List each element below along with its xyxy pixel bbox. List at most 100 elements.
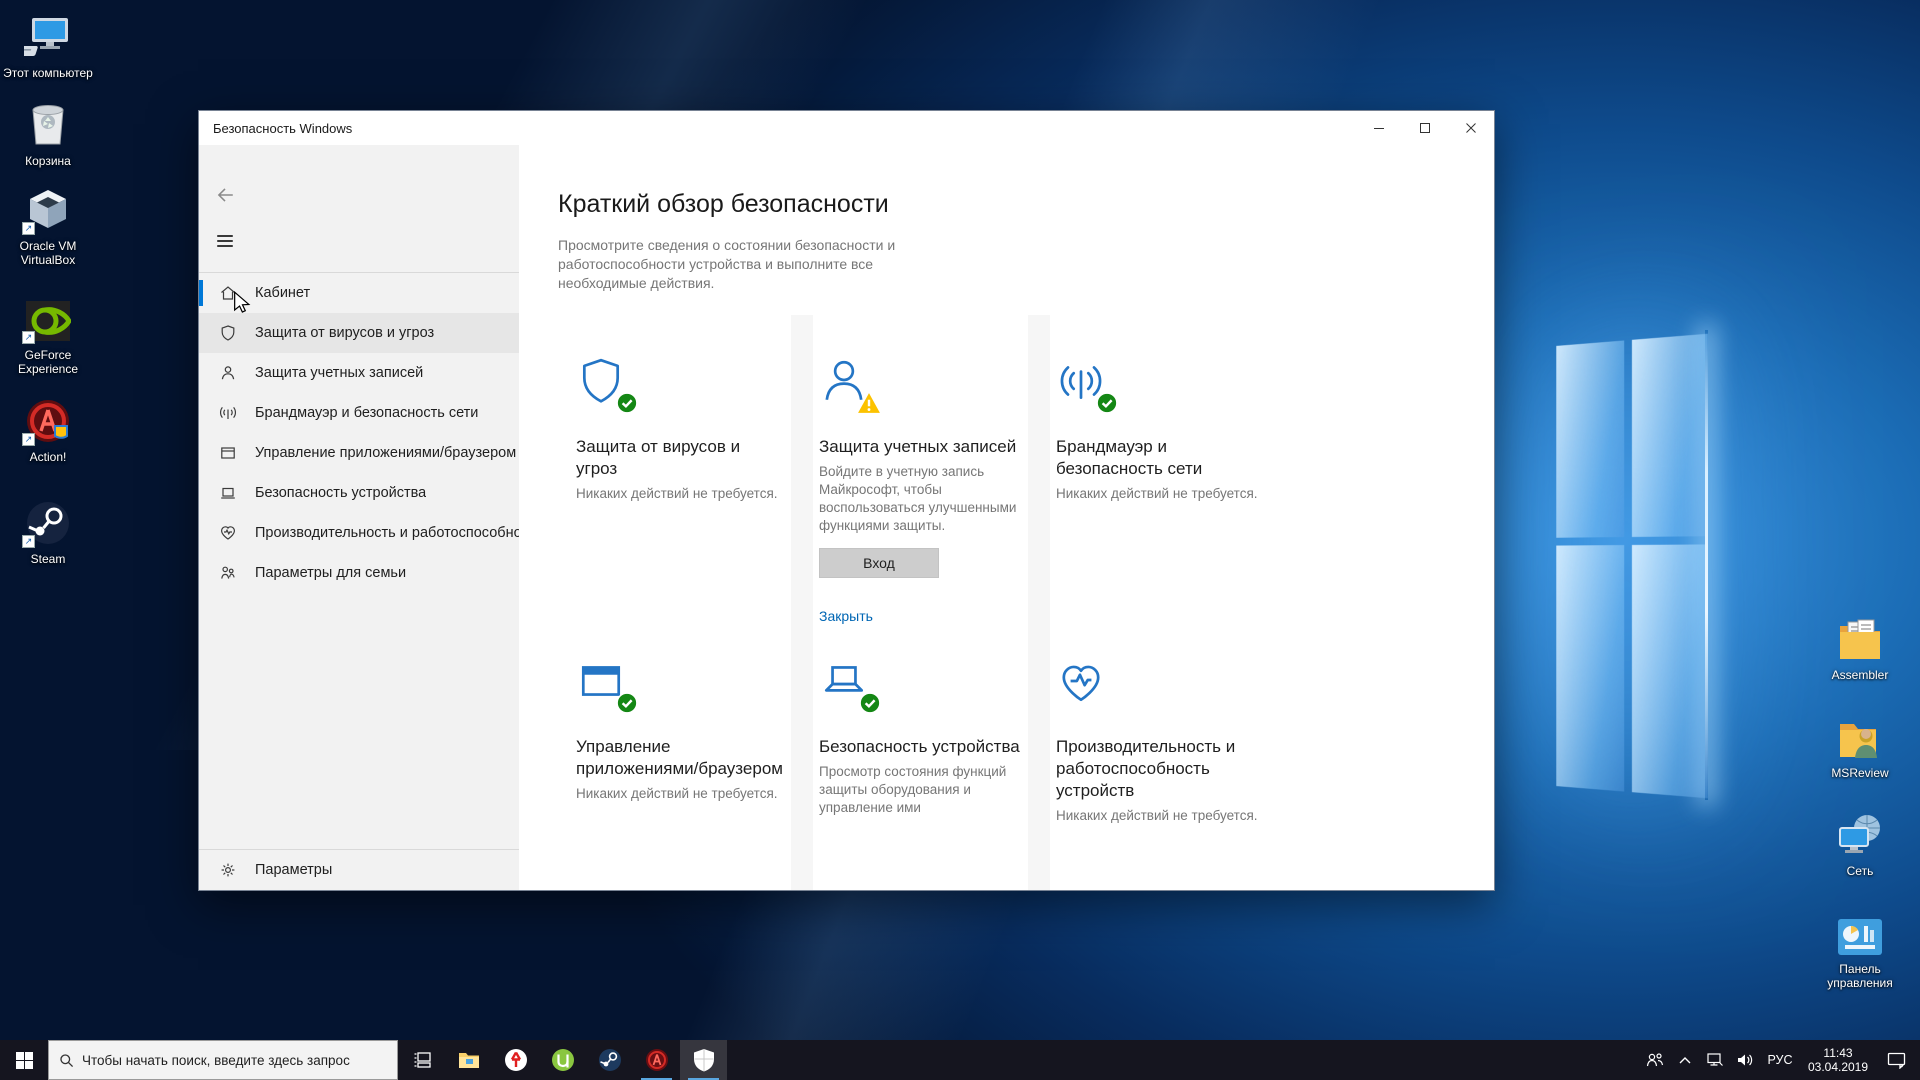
sidebar-item-settings[interactable]: Параметры	[199, 850, 519, 890]
status-ok-badge	[1096, 392, 1118, 414]
start-button[interactable]	[0, 1040, 48, 1080]
sidebar-item-label: Параметры	[255, 862, 333, 878]
desktop-icon-network[interactable]: Сеть	[1812, 808, 1908, 878]
ethernet-icon	[1707, 1053, 1723, 1066]
menu-button[interactable]	[215, 231, 235, 256]
dismiss-link[interactable]: Закрыть	[819, 608, 873, 624]
steam-taskbar-button[interactable]	[586, 1040, 633, 1080]
sidebar-item-label: Безопасность устройства	[255, 485, 427, 501]
sidebar-item-family-options[interactable]: Параметры для семьи	[199, 553, 519, 593]
desktop-icon-steam[interactable]: ↗ Steam	[0, 496, 96, 566]
sidebar-item-account-protection[interactable]: Защита учетных записей	[199, 353, 519, 393]
user-icon	[221, 366, 235, 380]
windows-logo-wallpaper	[1556, 333, 1708, 799]
action-taskbar-button[interactable]	[633, 1040, 680, 1080]
desktop-icon-control-panel[interactable]: Панель управления	[1812, 906, 1908, 990]
show-hidden-icons-button[interactable]	[1670, 1055, 1700, 1065]
sidebar-item-virus-threat-protection[interactable]: Защита от вирусов и угроз	[199, 313, 519, 353]
network-signal-icon	[220, 407, 236, 419]
taskbar-search[interactable]	[48, 1040, 398, 1080]
device-health-icon	[1062, 665, 1100, 702]
card-device-performance-health[interactable]: Производительность и работоспособность у…	[1056, 656, 1264, 825]
chevron-up-icon	[1679, 1057, 1691, 1064]
language-indicator[interactable]: РУС	[1760, 1053, 1800, 1067]
network-status-button[interactable]	[1700, 1052, 1730, 1068]
card-body: Войдите в учетную запись Майкрософт, что…	[819, 464, 1017, 533]
minimize-button[interactable]	[1356, 111, 1402, 145]
device-health-icon	[220, 526, 236, 540]
laptop-icon	[221, 487, 235, 499]
status-warning-badge	[858, 393, 880, 413]
volume-button[interactable]	[1730, 1052, 1760, 1068]
desktop-icon-label: Этот компьютер	[3, 66, 93, 80]
status-ok-badge	[859, 692, 881, 714]
action-icon: ↗	[0, 394, 96, 446]
task-view-icon	[414, 1052, 431, 1068]
back-button[interactable]	[215, 185, 235, 210]
virtualbox-icon: ↗	[0, 183, 96, 235]
card-status: Никаких действий не требуется.	[576, 486, 778, 501]
desktop-icon-label: Assembler	[1831, 668, 1889, 682]
desktop-icon-geforce-experience[interactable]: ↗ GeForce Experience	[0, 292, 96, 376]
close-button[interactable]	[1448, 111, 1494, 145]
shortcut-arrow-icon: ↗	[22, 535, 35, 548]
card-title: Защита от вирусов и угроз	[576, 437, 741, 478]
maximize-button[interactable]	[1402, 111, 1448, 145]
card-virus-threat-protection[interactable]: Защита от вирусов и угроз Никаких действ…	[576, 356, 784, 503]
shortcut-arrow-icon: ↗	[22, 331, 35, 344]
sidebar-item-app-browser-control[interactable]: Управление приложениями/браузером	[199, 433, 519, 473]
sidebar-item-device-performance-health[interactable]: Производительность и работоспособност	[199, 513, 519, 553]
file-explorer-icon	[458, 1053, 479, 1068]
mouse-cursor	[234, 291, 251, 313]
steam-icon: ↗	[0, 496, 96, 548]
desktop-icon-action[interactable]: ↗ Action!	[0, 394, 96, 464]
card-firewall-network[interactable]: Брандмауэр и безопасность сети Никаких д…	[1056, 356, 1264, 503]
windows-logo-icon	[15, 1051, 33, 1069]
shortcut-arrow-icon: ↗	[22, 222, 35, 235]
sidebar-item-label: Параметры для семьи	[255, 565, 407, 581]
utorrent-button[interactable]	[539, 1040, 586, 1080]
card-body: Просмотр состояния функций защиты оборуд…	[819, 764, 1007, 815]
card-status: Никаких действий не требуется.	[576, 786, 778, 801]
desktop-icon-assembler[interactable]: Assembler	[1812, 612, 1908, 682]
sign-in-button[interactable]: Вход	[819, 548, 939, 578]
sidebar-item-firewall-network[interactable]: Брандмауэр и безопасность сети	[199, 393, 519, 433]
app-window-icon	[221, 447, 235, 459]
system-tray: РУС 11:43 03.04.2019	[1640, 1040, 1920, 1080]
yandex-browser-icon	[504, 1049, 527, 1071]
sidebar-item-device-security[interactable]: Безопасность устройства	[199, 473, 519, 513]
card-device-security[interactable]: Безопасность устройства Просмотр состоян…	[819, 656, 1027, 817]
action-center-button[interactable]	[1876, 1052, 1916, 1069]
desktop-icon-virtualbox[interactable]: ↗ Oracle VM VirtualBox	[0, 183, 96, 267]
yandex-browser-button[interactable]	[492, 1040, 539, 1080]
file-explorer-button[interactable]	[445, 1040, 492, 1080]
maximize-icon	[1420, 123, 1430, 133]
people-button[interactable]	[1640, 1052, 1670, 1068]
card-app-browser-control[interactable]: Управление приложениями/браузером Никаки…	[576, 656, 784, 803]
card-account-protection[interactable]: Защита учетных записей Войдите в учетную…	[819, 356, 1027, 626]
desktop-icon-this-pc[interactable]: Этот компьютер	[0, 10, 96, 80]
title-bar[interactable]: Безопасность Windows	[199, 111, 1494, 145]
windows-security-taskbar-button[interactable]	[680, 1040, 727, 1080]
geforce-experience-icon: ↗	[0, 292, 96, 344]
desktop-icon-label: Steam	[30, 552, 66, 566]
taskbar: РУС 11:43 03.04.2019	[0, 1040, 1920, 1080]
sidebar-item-label: Защита учетных записей	[255, 365, 424, 381]
search-icon	[60, 1053, 74, 1067]
sidebar-item-label: Производительность и работоспособност	[255, 525, 519, 541]
windows-logo-glow-edge	[1705, 330, 1708, 800]
card-title: Управление приложениями/браузером	[576, 737, 783, 778]
minimize-icon	[1374, 128, 1384, 129]
clock-date: 03.04.2019	[1807, 1060, 1869, 1074]
search-input[interactable]	[82, 1052, 382, 1068]
task-view-button[interactable]	[398, 1040, 445, 1080]
desktop-icon-recycle-bin[interactable]: Корзина	[0, 98, 96, 168]
taskbar-clock[interactable]: 11:43 03.04.2019	[1800, 1046, 1876, 1074]
sidebar-nav: Кабинет Защита от вирусов и угроз Защита…	[199, 272, 519, 593]
shortcut-arrow-icon: ↗	[22, 433, 35, 446]
desktop-icon-label: Action!	[29, 450, 67, 464]
recycle-bin-icon	[0, 98, 96, 148]
family-icon	[221, 566, 235, 579]
desktop: Этот компьютер Корзина ↗ Oracle VM Virtu…	[0, 0, 1920, 1080]
desktop-icon-msreview[interactable]: MSReview	[1812, 710, 1908, 780]
